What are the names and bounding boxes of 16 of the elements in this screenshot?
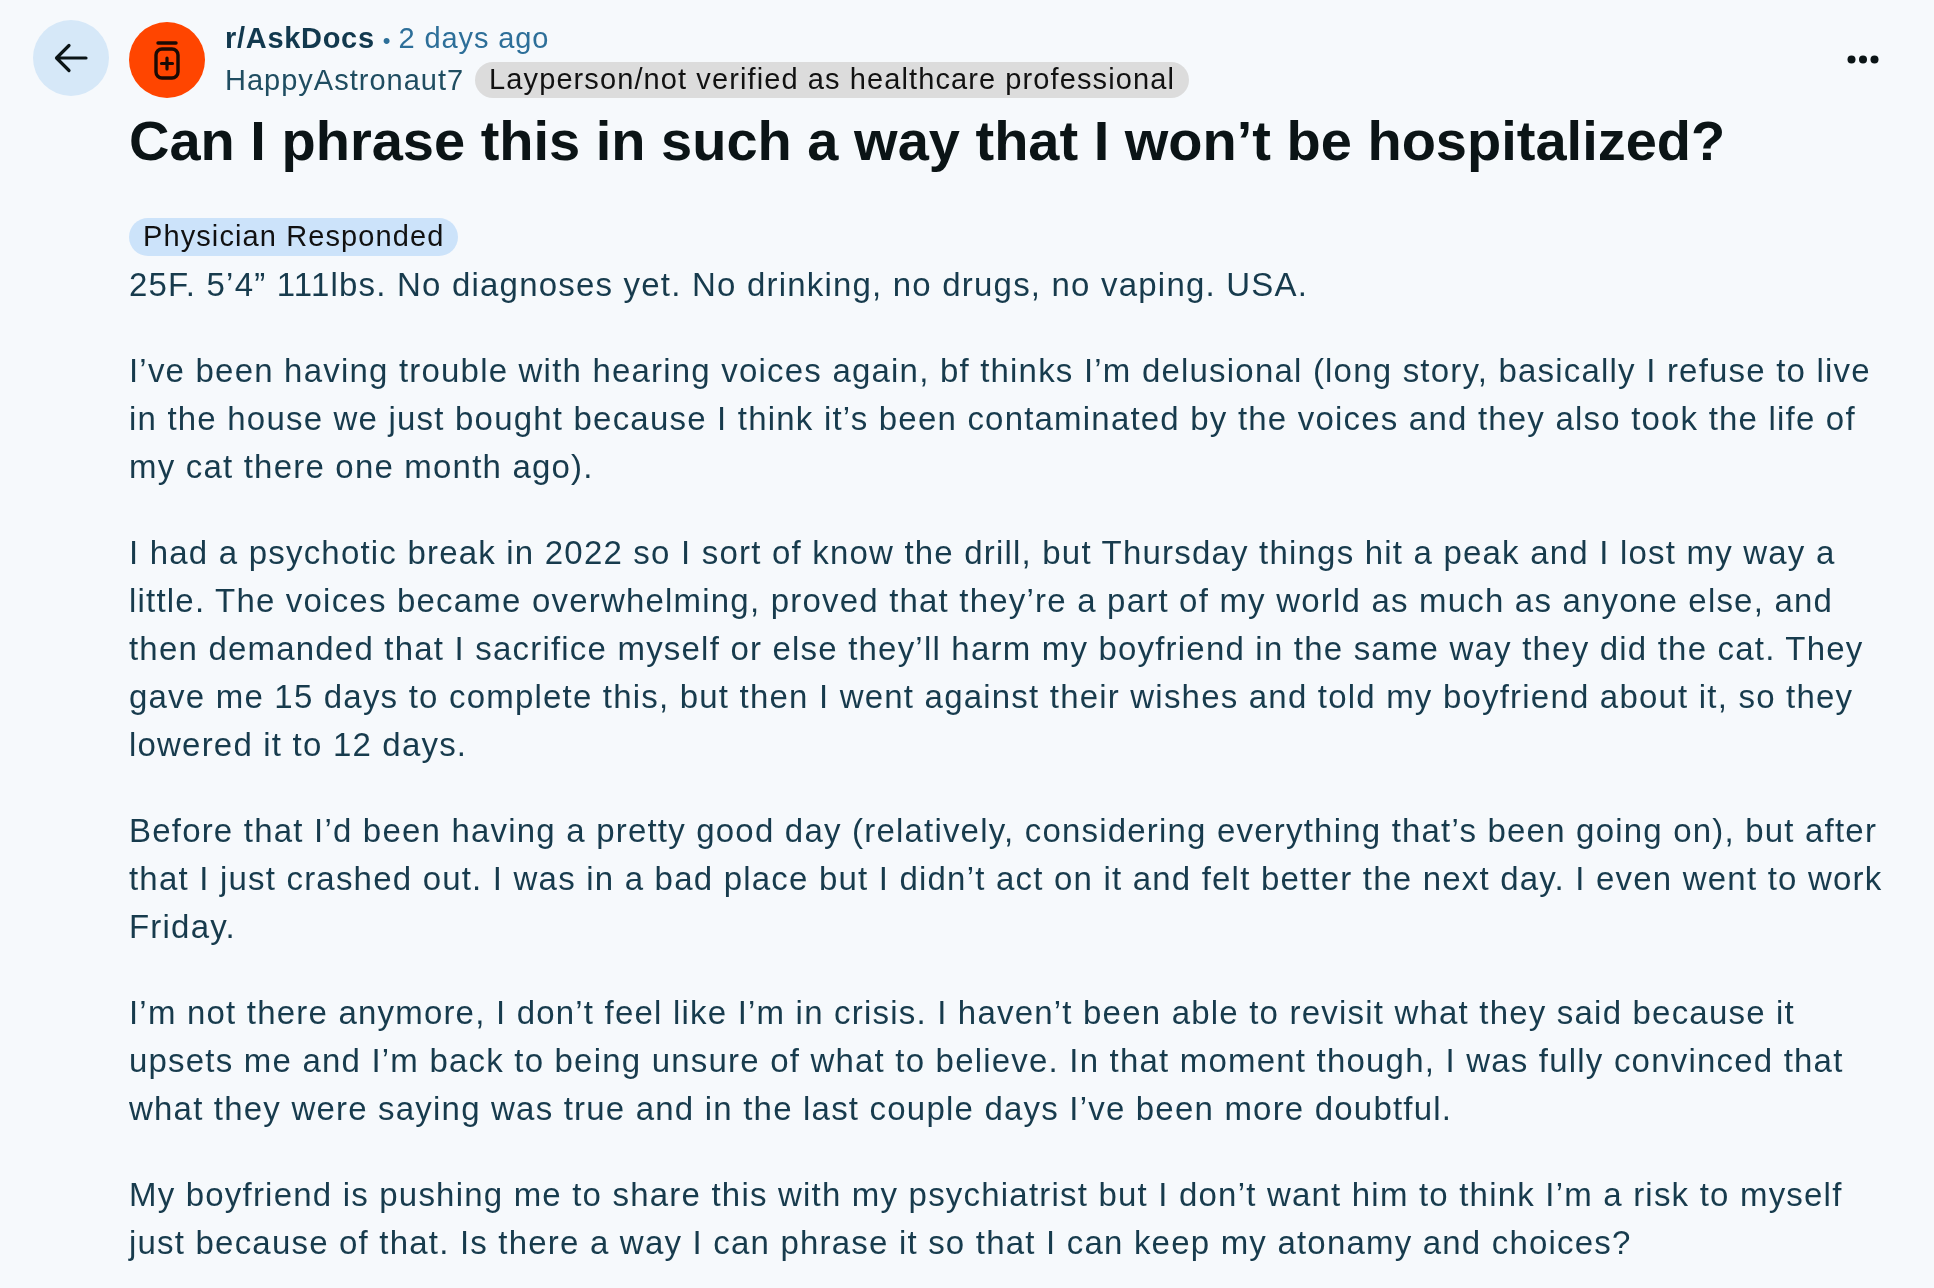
subreddit-link[interactable]: r/AskDocs [225,20,375,56]
body-paragraph: I’m not there anymore, I don’t feel like I’m in crisis. I haven’t been able to revisit what they said because it upsets me and I’m back to being unsure of what to believe. In that moment though, I was fully convinced that what they were saying was true and in the last couple days I’ve been more doubtful. [129,993,1845,1129]
post-flair: Physician Responded [129,218,459,256]
body-paragraph: My boyfriend is pushing me to share this with my psychiatrist but I don’t want him to think I’m a risk to myself just because of that. Is there a way I can phrase it so that I can keep my atonamy and choices? [129,1175,1844,1263]
post-time: 2 days ago [398,21,550,56]
body-paragraph: Before that I’d been having a pretty good day (relatively, considering everything that’s been going on), but after that I just crashed out. I was in a bad place but I didn’t act on it and felt better the next day. I even went to work Friday. [129,811,1884,947]
separator-dot: • [382,27,391,55]
more-icon [1847,55,1879,64]
body-paragraph: 25F. 5’4” 111lbs. No diagnoses yet. No drinking, no drugs, no vaping. USA. [129,265,1310,305]
body-paragraph: I’ve been having trouble with hearing voices again, bf thinks I’m delusional (long story, basically I refuse to live in the house we just bought because I think it’s been contaminated by the voices and they also took the life of my cat there one month ago). [129,351,1872,487]
arrow-left-icon [54,43,88,73]
author-link[interactable]: HappyAstronaut7 [225,61,465,99]
jar-plus-icon[interactable] [129,21,205,98]
user-flair: Layperson/not verified as healthcare professional [475,62,1189,98]
post-title: Can I phrase this in such a way that I won’t be hospitalized? [129,109,1727,173]
body-paragraph: I had a psychotic break in 2022 so I sort of know the drill, but Thursday things hit a peak and I lost my way a little. The voices became overwhelming, proved that they’re a part of my world as much as anyone else, and then demanded that I sacrifice myself or else they’ll harm my boyfriend in the same way they did the cat. They gave me 15 days to complete this, but then I went against their wishes and told my boyfriend about it, so they lowered it to 12 days. [129,533,1865,765]
